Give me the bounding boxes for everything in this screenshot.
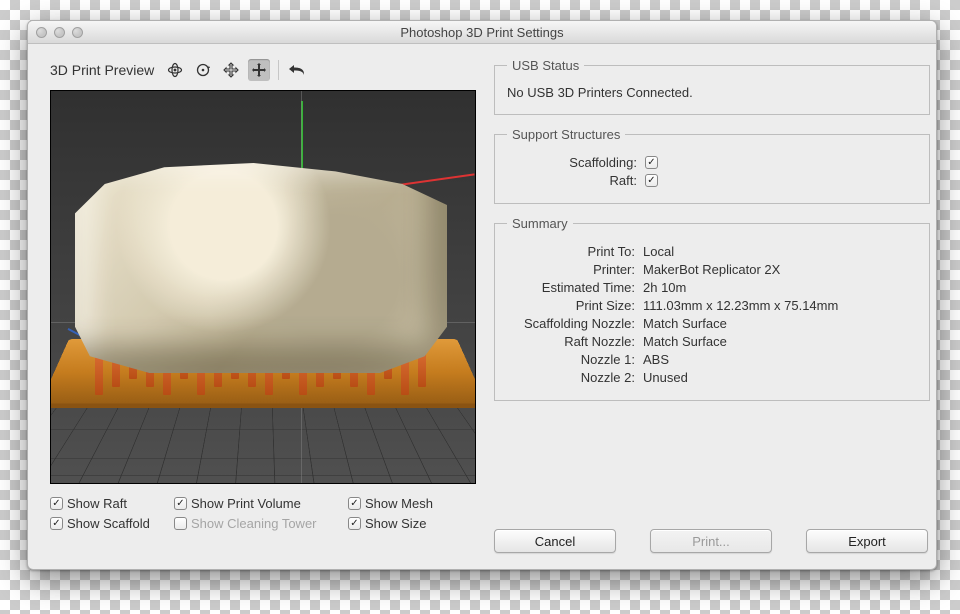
nozzle-2-label: Nozzle 2: <box>507 370 635 385</box>
nozzle-1-value: ABS <box>643 352 917 367</box>
preview-label: 3D Print Preview <box>50 62 154 78</box>
show-raft-label: Show Raft <box>67 496 127 511</box>
estimated-time-label: Estimated Time: <box>507 280 635 295</box>
left-column: 3D Print Preview <box>50 58 476 553</box>
estimated-time-value: 2h 10m <box>643 280 917 295</box>
show-size-label: Show Size <box>365 516 426 531</box>
summary-group: Summary Print To: Local Printer: MakerBo… <box>494 216 930 401</box>
usb-status-message: No USB 3D Printers Connected. <box>507 85 917 100</box>
export-button[interactable]: Export <box>806 529 928 553</box>
orbit-tool-button[interactable] <box>164 59 186 81</box>
support-structures-legend: Support Structures <box>507 127 625 142</box>
undo-button[interactable] <box>287 59 309 81</box>
checkbox-icon: ✓ <box>174 497 187 510</box>
checkbox-icon: ✓ <box>50 517 63 530</box>
raft-label: Raft: <box>507 173 637 188</box>
print-size-value: 111.03mm x 12.23mm x 75.14mm <box>643 298 917 313</box>
print-to-label: Print To: <box>507 244 635 259</box>
summary-legend: Summary <box>507 216 573 231</box>
close-window-icon[interactable] <box>36 27 47 38</box>
move-tool-button[interactable] <box>248 59 270 81</box>
checkbox-icon: ✓ <box>348 517 361 530</box>
show-mesh-checkbox[interactable]: ✓ Show Mesh <box>348 496 468 511</box>
printer-label: Printer: <box>507 262 635 277</box>
show-print-volume-checkbox[interactable]: ✓ Show Print Volume <box>174 496 344 511</box>
scaffolding-nozzle-value: Match Surface <box>643 316 917 331</box>
show-raft-checkbox[interactable]: ✓ Show Raft <box>50 496 170 511</box>
print-button[interactable]: Print... <box>650 529 772 553</box>
content-area: 3D Print Preview <box>28 44 936 569</box>
show-scaffold-label: Show Scaffold <box>67 516 150 531</box>
raft-nozzle-value: Match Surface <box>643 334 917 349</box>
raft-checkbox[interactable]: ✓ <box>645 174 658 187</box>
summary-print-to-row: Print To: Local <box>507 244 917 259</box>
summary-print-size-row: Print Size: 111.03mm x 12.23mm x 75.14mm <box>507 298 917 313</box>
print-to-value: Local <box>643 244 917 259</box>
pan-tool-button[interactable] <box>220 59 242 81</box>
show-cleaning-tower-label: Show Cleaning Tower <box>191 516 317 531</box>
checkbox-icon: ✓ <box>50 497 63 510</box>
raft-nozzle-label: Raft Nozzle: <box>507 334 635 349</box>
show-scaffold-checkbox[interactable]: ✓ Show Scaffold <box>50 516 170 531</box>
titlebar: Photoshop 3D Print Settings <box>28 21 936 44</box>
summary-printer-row: Printer: MakerBot Replicator 2X <box>507 262 917 277</box>
window-controls <box>36 21 83 43</box>
preview-viewport[interactable] <box>50 90 476 484</box>
summary-raft-nozzle-row: Raft Nozzle: Match Surface <box>507 334 917 349</box>
usb-status-legend: USB Status <box>507 58 584 73</box>
nozzle-1-label: Nozzle 1: <box>507 352 635 367</box>
checkbox-icon: ✓ <box>174 517 187 530</box>
print-size-label: Print Size: <box>507 298 635 313</box>
show-mesh-label: Show Mesh <box>365 496 433 511</box>
summary-nozzle-1-row: Nozzle 1: ABS <box>507 352 917 367</box>
view-options: ✓ Show Raft ✓ Show Print Volume ✓ Show M… <box>50 496 476 531</box>
minimize-window-icon[interactable] <box>54 27 65 38</box>
show-print-volume-label: Show Print Volume <box>191 496 301 511</box>
checkbox-icon: ✓ <box>348 497 361 510</box>
preview-toolbar: 3D Print Preview <box>50 58 476 82</box>
print-settings-window: Photoshop 3D Print Settings 3D Print Pre… <box>27 20 937 570</box>
support-structures-group: Support Structures Scaffolding: ✓ Raft: … <box>494 127 930 204</box>
model-mesh <box>75 163 447 373</box>
usb-status-group: USB Status No USB 3D Printers Connected. <box>494 58 930 115</box>
summary-scaffolding-nozzle-row: Scaffolding Nozzle: Match Surface <box>507 316 917 331</box>
summary-estimated-time-row: Estimated Time: 2h 10m <box>507 280 917 295</box>
window-title: Photoshop 3D Print Settings <box>28 25 936 40</box>
right-column: USB Status No USB 3D Printers Connected.… <box>494 58 930 553</box>
rotate-tool-button[interactable] <box>192 59 214 81</box>
cancel-button[interactable]: Cancel <box>494 529 616 553</box>
show-cleaning-tower-checkbox: ✓ Show Cleaning Tower <box>174 516 344 531</box>
action-buttons: Cancel Print... Export <box>494 511 930 553</box>
toolbar-separator <box>278 60 279 80</box>
scaffolding-label: Scaffolding: <box>507 155 637 170</box>
scaffolding-checkbox[interactable]: ✓ <box>645 156 658 169</box>
summary-nozzle-2-row: Nozzle 2: Unused <box>507 370 917 385</box>
zoom-window-icon[interactable] <box>72 27 83 38</box>
show-size-checkbox[interactable]: ✓ Show Size <box>348 516 468 531</box>
nozzle-2-value: Unused <box>643 370 917 385</box>
scaffolding-nozzle-label: Scaffolding Nozzle: <box>507 316 635 331</box>
printer-value: MakerBot Replicator 2X <box>643 262 917 277</box>
